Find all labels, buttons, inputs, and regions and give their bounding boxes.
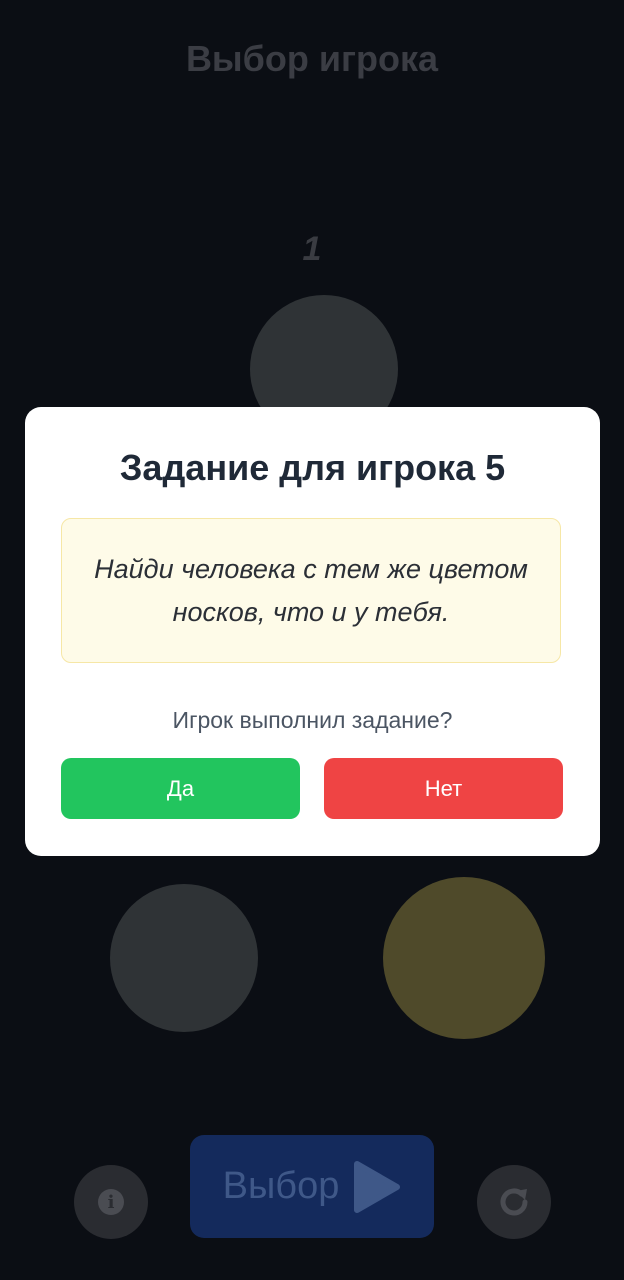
bottom-bar: i Выбор <box>0 1135 624 1240</box>
choose-button[interactable]: Выбор <box>190 1135 434 1238</box>
player-circle-bottom-left[interactable] <box>110 884 258 1032</box>
refresh-icon <box>500 1188 528 1216</box>
current-player-number: 1 <box>302 230 322 268</box>
info-button[interactable]: i <box>74 1165 148 1239</box>
task-box: Найди человека с тем же цветом носков, ч… <box>61 518 561 663</box>
app-screen: Выбор игрока 1 i Выбор Задание для игрок… <box>0 0 624 1280</box>
reset-button[interactable] <box>477 1165 551 1239</box>
completion-question: Игрок выполнил задание? <box>172 707 453 733</box>
task-text: Найди человека с тем же цветом носков, ч… <box>94 553 528 627</box>
page-title: Выбор игрока <box>185 38 439 79</box>
play-icon <box>354 1160 401 1213</box>
task-modal: Задание для игрока 5 Найди человека с те… <box>25 407 600 856</box>
modal-title: Задание для игрока 5 <box>119 447 506 488</box>
no-button[interactable]: Нет <box>324 758 563 819</box>
info-icon: i <box>98 1189 124 1215</box>
player-circle-bottom-right[interactable] <box>383 877 545 1039</box>
yes-button[interactable]: Да <box>61 758 300 819</box>
choose-button-label: Выбор <box>222 1165 340 1207</box>
